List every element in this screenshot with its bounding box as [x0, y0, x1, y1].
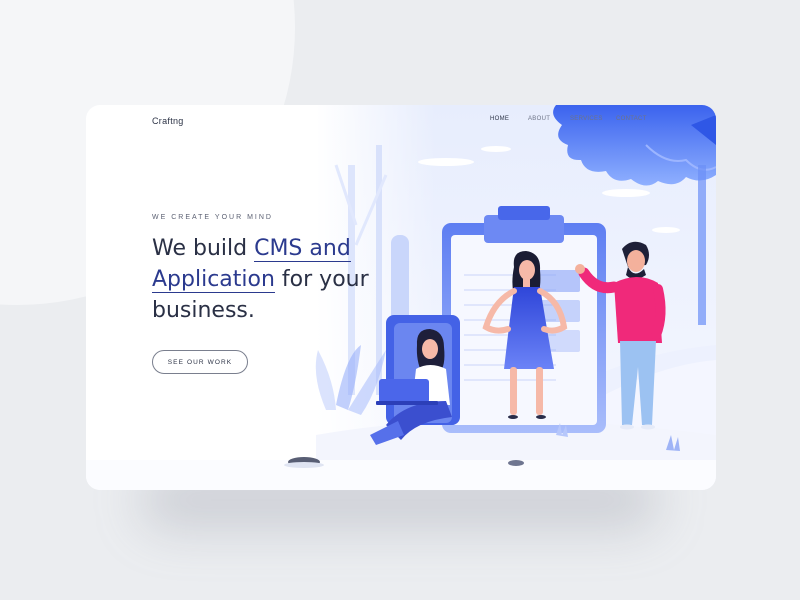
- brand-logo[interactable]: Craftng: [152, 116, 184, 126]
- nav-home[interactable]: HOME: [490, 116, 509, 122]
- headline-link-cms[interactable]: CMS and: [254, 236, 351, 262]
- nav-services[interactable]: SERVICES: [570, 116, 603, 122]
- headline-link-application[interactable]: Application: [152, 267, 275, 293]
- nav-contact[interactable]: CONTACT: [616, 116, 647, 122]
- see-our-work-button[interactable]: SEE OUR WORK: [152, 350, 248, 374]
- hero-headline: We build CMS and Application for your bus…: [152, 233, 392, 326]
- hero-eyebrow: WE CREATE YOUR MIND: [152, 214, 273, 221]
- headline-text: We build: [152, 236, 255, 261]
- landing-card: Craftng HOME ABOUT SERVICES CONTACT WE C…: [86, 105, 716, 490]
- nav-about[interactable]: ABOUT: [528, 116, 550, 122]
